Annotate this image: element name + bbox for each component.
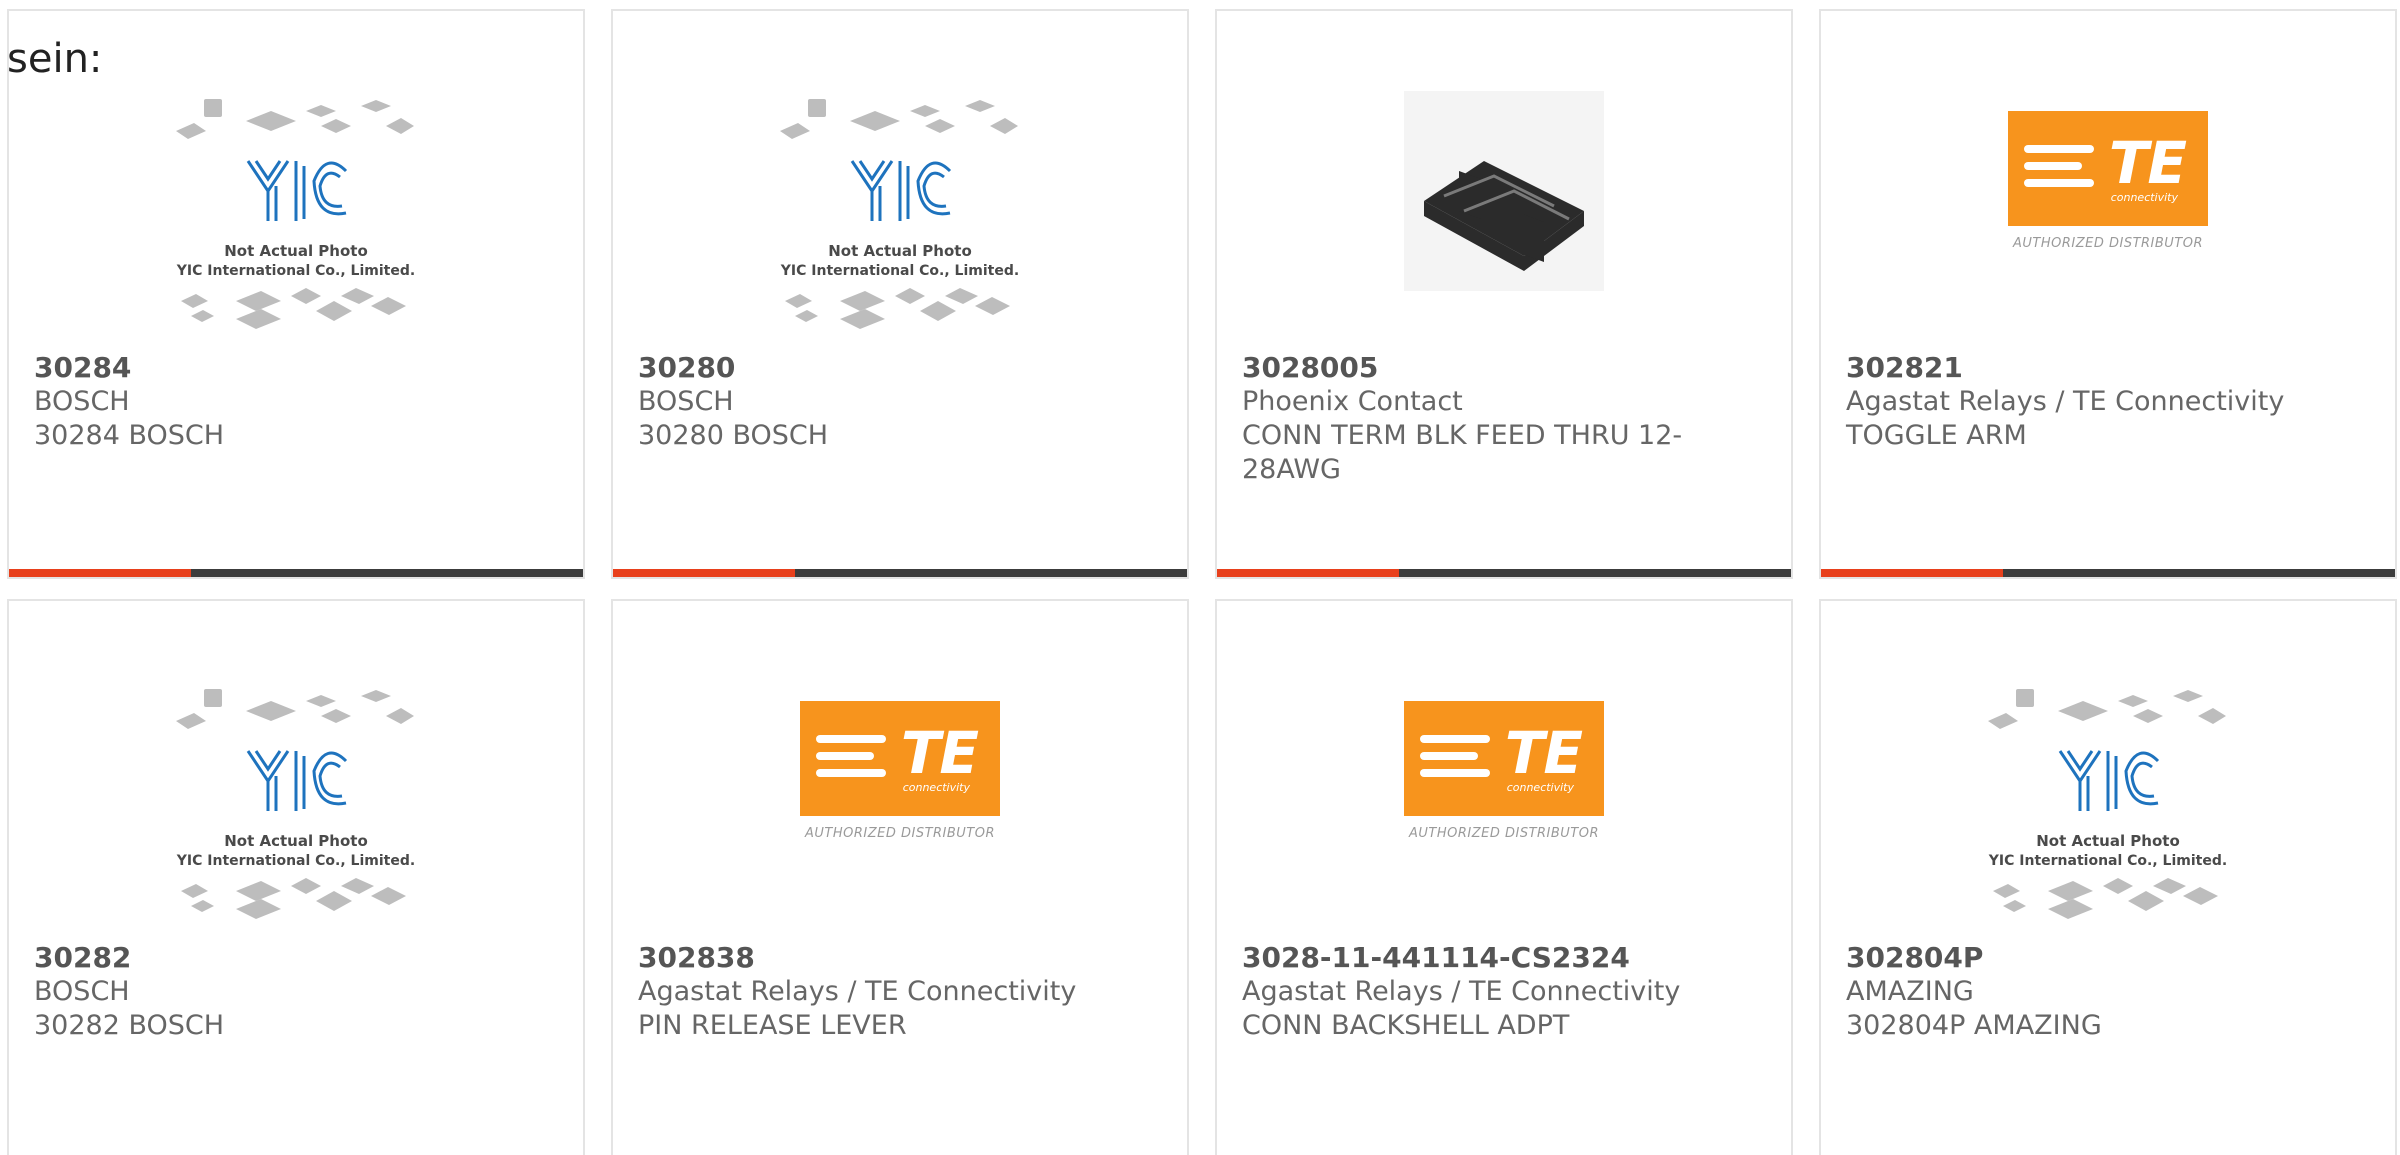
product-image: Not Actual Photo YIC International Co., … bbox=[156, 91, 436, 341]
part-number[interactable]: 30280 bbox=[638, 351, 1157, 385]
product-card[interactable]: TE connectivity AUTHORIZED DISTRIBUTOR 3… bbox=[1215, 599, 1793, 1155]
te-logo-sub: connectivity bbox=[1506, 781, 1574, 794]
description: CONN TERM BLK FEED THRU 12-28AWG bbox=[1242, 420, 1683, 485]
part-number[interactable]: 302838 bbox=[638, 941, 1157, 975]
terminal-block-photo bbox=[1404, 91, 1604, 291]
product-card[interactable]: Not Actual Photo YIC International Co., … bbox=[1819, 599, 2397, 1155]
te-logo-image: TE connectivity AUTHORIZED DISTRIBUTOR bbox=[2003, 111, 2213, 251]
product-card[interactable]: Not Actual Photo YIC International Co., … bbox=[7, 9, 585, 579]
product-card[interactable]: TE connectivity AUTHORIZED DISTRIBUTOR 3… bbox=[611, 599, 1189, 1155]
product-image: TE connectivity AUTHORIZED DISTRIBUTOR bbox=[1364, 681, 1644, 931]
te-logo-image: TE connectivity AUTHORIZED DISTRIBUTOR bbox=[795, 701, 1005, 841]
product-info: 30280 BOSCH 30280 BOSCH bbox=[638, 351, 1157, 453]
manufacturer: Agastat Relays / TE Connectivity bbox=[1846, 386, 2285, 417]
te-logo-letters: TE bbox=[1504, 719, 1583, 787]
product-card[interactable]: 3028005 Phoenix Contact CONN TERM BLK FE… bbox=[1215, 9, 1793, 579]
placeholder-line-2: YIC International Co., Limited. bbox=[176, 263, 415, 279]
te-logo: TE connectivity bbox=[1404, 701, 1604, 816]
placeholder-line-1: Not Actual Photo bbox=[224, 242, 368, 260]
part-number[interactable]: 3028-11-441114-CS2324 bbox=[1242, 941, 1761, 975]
intro-text: sein: bbox=[7, 36, 103, 82]
manufacturer: BOSCH bbox=[638, 386, 734, 417]
description: CONN BACKSHELL ADPT bbox=[1242, 1010, 1570, 1041]
te-logo-caption: AUTHORIZED DISTRIBUTOR bbox=[2012, 236, 2204, 251]
description: 30282 BOSCH bbox=[34, 1010, 225, 1041]
placeholder-line-2: YIC International Co., Limited. bbox=[1988, 853, 2227, 869]
placeholder-line-2: YIC International Co., Limited. bbox=[780, 263, 1019, 279]
product-card[interactable]: TE connectivity AUTHORIZED DISTRIBUTOR 3… bbox=[1819, 9, 2397, 579]
te-logo: TE connectivity bbox=[2008, 111, 2208, 226]
description: 302804P AMAZING bbox=[1846, 1010, 2102, 1041]
manufacturer: BOSCH bbox=[34, 386, 130, 417]
product-image: Not Actual Photo YIC International Co., … bbox=[156, 681, 436, 931]
card-bottom-bar bbox=[1821, 569, 2395, 577]
description: PIN RELEASE LEVER bbox=[638, 1010, 907, 1041]
part-number[interactable]: 302821 bbox=[1846, 351, 2365, 385]
te-logo: TE connectivity bbox=[800, 701, 1000, 816]
card-bottom-bar bbox=[613, 569, 1187, 577]
product-info: 3028005 Phoenix Contact CONN TERM BLK FE… bbox=[1242, 351, 1761, 487]
product-image: Not Actual Photo YIC International Co., … bbox=[760, 91, 1040, 341]
yic-placeholder-image: Not Actual Photo YIC International Co., … bbox=[156, 681, 436, 931]
product-card[interactable]: Not Actual Photo YIC International Co., … bbox=[611, 9, 1189, 579]
placeholder-line-1: Not Actual Photo bbox=[828, 242, 972, 260]
description: 30280 BOSCH bbox=[638, 420, 829, 451]
manufacturer: BOSCH bbox=[34, 976, 130, 1007]
product-image: TE connectivity AUTHORIZED DISTRIBUTOR bbox=[1968, 91, 2248, 341]
yic-placeholder-image: Not Actual Photo YIC International Co., … bbox=[156, 91, 436, 341]
te-logo-sub: connectivity bbox=[2110, 191, 2178, 204]
placeholder-line-2: YIC International Co., Limited. bbox=[176, 853, 415, 869]
product-info: 30282 BOSCH 30282 BOSCH bbox=[34, 941, 553, 1043]
card-bottom-bar bbox=[9, 569, 583, 577]
part-number[interactable]: 302804P bbox=[1846, 941, 2365, 975]
product-image: TE connectivity AUTHORIZED DISTRIBUTOR bbox=[760, 681, 1040, 931]
description: TOGGLE ARM bbox=[1846, 420, 2027, 451]
part-number[interactable]: 30282 bbox=[34, 941, 553, 975]
product-info: 302838 Agastat Relays / TE Connectivity … bbox=[638, 941, 1157, 1043]
manufacturer: Phoenix Contact bbox=[1242, 386, 1463, 417]
placeholder-line-1: Not Actual Photo bbox=[224, 832, 368, 850]
yic-placeholder-image: Not Actual Photo YIC International Co., … bbox=[1968, 681, 2248, 931]
te-logo-image: TE connectivity AUTHORIZED DISTRIBUTOR bbox=[1399, 701, 1609, 841]
manufacturer: Agastat Relays / TE Connectivity bbox=[1242, 976, 1681, 1007]
product-image bbox=[1364, 91, 1644, 341]
manufacturer: AMAZING bbox=[1846, 976, 1974, 1007]
product-grid-page: sein: Not Actual Photo YIC International… bbox=[0, 0, 2400, 1155]
yic-placeholder-image: Not Actual Photo YIC International Co., … bbox=[760, 91, 1040, 341]
card-bottom-bar bbox=[1217, 569, 1791, 577]
te-logo-letters: TE bbox=[2108, 129, 2187, 197]
placeholder-line-1: Not Actual Photo bbox=[2036, 832, 2180, 850]
part-number[interactable]: 30284 bbox=[34, 351, 553, 385]
product-info: 302804P AMAZING 302804P AMAZING bbox=[1846, 941, 2365, 1043]
manufacturer: Agastat Relays / TE Connectivity bbox=[638, 976, 1077, 1007]
te-logo-caption: AUTHORIZED DISTRIBUTOR bbox=[804, 826, 996, 841]
product-info: 30284 BOSCH 30284 BOSCH bbox=[34, 351, 553, 453]
te-logo-sub: connectivity bbox=[902, 781, 970, 794]
te-logo-caption: AUTHORIZED DISTRIBUTOR bbox=[1408, 826, 1600, 841]
product-image: Not Actual Photo YIC International Co., … bbox=[1968, 681, 2248, 931]
product-info: 302821 Agastat Relays / TE Connectivity … bbox=[1846, 351, 2365, 453]
part-number[interactable]: 3028005 bbox=[1242, 351, 1761, 385]
product-card[interactable]: Not Actual Photo YIC International Co., … bbox=[7, 599, 585, 1155]
te-logo-letters: TE bbox=[900, 719, 979, 787]
product-info: 3028-11-441114-CS2324 Agastat Relays / T… bbox=[1242, 941, 1761, 1043]
description: 30284 BOSCH bbox=[34, 420, 225, 451]
